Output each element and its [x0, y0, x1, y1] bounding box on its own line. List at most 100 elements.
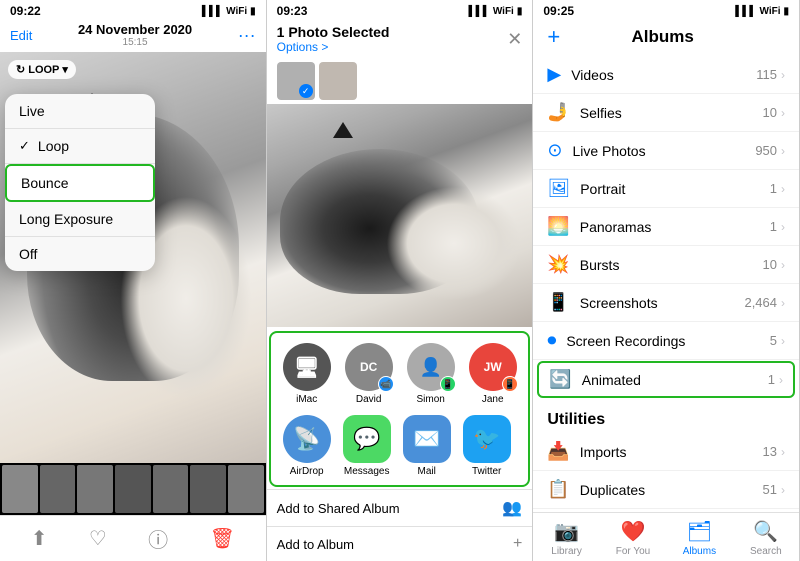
app-airdrop[interactable]: 📡 AirDrop — [281, 415, 333, 477]
nav-library[interactable]: 📷 Library — [533, 519, 599, 557]
bursts-label: Bursts — [580, 257, 763, 273]
add-album-button[interactable]: + — [547, 24, 560, 50]
thumb-1[interactable] — [2, 465, 38, 513]
search-label: Search — [750, 546, 782, 557]
imports-count: 13 — [763, 444, 777, 459]
portrait-label: Portrait — [580, 181, 770, 197]
simon-avatar: 👤 📱 — [407, 343, 455, 391]
imports-icon: 📥 — [547, 441, 569, 462]
imports-chevron-icon: › — [781, 445, 785, 459]
videos-label: Videos — [571, 67, 756, 83]
menu-item-off[interactable]: Off — [5, 237, 155, 271]
albums-title: Albums — [560, 27, 765, 47]
for-you-label: For You — [616, 546, 650, 557]
messages-icon: 💬 — [343, 415, 391, 463]
p2-small-thumb-1[interactable]: ✓ — [277, 62, 315, 100]
nav-search[interactable]: 🔍 Search — [733, 519, 799, 557]
panel-3: 09:25 ▌▌▌ WiFi ▮ + Albums ▶ Videos 115 ›… — [533, 0, 800, 561]
app-messages[interactable]: 💬 Messages — [341, 415, 393, 477]
nav-albums[interactable]: 🗂 Albums — [666, 519, 732, 557]
more-button[interactable]: ··· — [238, 25, 256, 46]
cat-photo-2 — [267, 104, 533, 327]
album-selfies[interactable]: 🤳 Selfies 10 › — [533, 94, 799, 132]
share-button[interactable]: ⬆ — [31, 526, 48, 551]
live-photos-label: Live Photos — [572, 143, 755, 159]
portrait-count: 1 — [770, 181, 777, 196]
thumb-4[interactable] — [115, 465, 151, 513]
loop-dropdown-menu: Live Loop Bounce Long Exposure Off — [5, 94, 155, 271]
imports-label: Imports — [580, 444, 763, 460]
nav-for-you[interactable]: ❤️ For You — [600, 519, 666, 557]
menu-item-live[interactable]: Live — [5, 94, 155, 129]
library-icon: 📷 — [554, 519, 579, 544]
signal-icon-3: ▌▌▌ — [735, 6, 756, 17]
menu-item-long-exposure[interactable]: Long Exposure — [5, 202, 155, 237]
wifi-icon-3: WiFi — [759, 6, 780, 17]
live-photos-icon: ⊙ — [547, 140, 562, 161]
portrait-icon: 🖼 — [547, 178, 570, 199]
thumb-6[interactable] — [190, 465, 226, 513]
jane-label: Jane — [482, 394, 504, 405]
app-mail[interactable]: ✉️ Mail — [401, 415, 453, 477]
duplicates-count: 51 — [763, 482, 777, 497]
p2-options-button[interactable]: Options > — [277, 40, 329, 54]
off-label: Off — [19, 246, 37, 262]
loop-icon: ↻ — [16, 63, 25, 76]
add-to-shared-album[interactable]: Add to Shared Album 👥 — [267, 489, 533, 526]
album-portrait[interactable]: 🖼 Portrait 1 › — [533, 170, 799, 208]
thumb-5[interactable] — [153, 465, 189, 513]
cat-ear-2 — [333, 122, 353, 138]
album-screenshots[interactable]: 📱 Screenshots 2,464 › — [533, 284, 799, 322]
menu-item-bounce[interactable]: Bounce — [5, 164, 155, 202]
contact-imac[interactable]: 🖥 iMac — [281, 343, 333, 405]
simon-initials: 👤 — [419, 357, 441, 378]
thumb-2[interactable] — [40, 465, 76, 513]
header-time: 15:15 — [78, 37, 192, 48]
contact-jane[interactable]: JW 📱 Jane — [467, 343, 519, 405]
simon-label: Simon — [416, 394, 444, 405]
album-bursts[interactable]: 💥 Bursts 10 › — [533, 246, 799, 284]
selfies-icon: 🤳 — [547, 102, 569, 123]
album-screen-recordings[interactable]: ⏺ Screen Recordings 5 › — [533, 322, 799, 360]
app-twitter[interactable]: 🐦 Twitter — [461, 415, 513, 477]
twitter-icon: 🐦 — [463, 415, 511, 463]
live-photos-count: 950 — [755, 143, 777, 158]
contact-david[interactable]: DC 📹 David — [343, 343, 395, 405]
edit-button[interactable]: Edit — [10, 28, 32, 43]
album-videos[interactable]: ▶ Videos 115 › — [533, 56, 799, 94]
animated-icon: 🔄 — [549, 369, 571, 390]
albums-list: ▶ Videos 115 › 🤳 Selfies 10 › ⊙ Live Pho… — [533, 56, 799, 512]
utilities-section-header: Utilities — [533, 399, 799, 433]
album-animated[interactable]: 🔄 Animated 1 › — [537, 361, 795, 398]
album-live-photos[interactable]: ⊙ Live Photos 950 › — [533, 132, 799, 170]
p2-small-thumb-2[interactable] — [319, 62, 357, 100]
selfies-chevron-icon: › — [781, 106, 785, 120]
loop-chevron-icon: ▾ — [62, 63, 68, 76]
simon-badge: 📱 — [440, 376, 456, 392]
p2-title: 1 Photo Selected — [277, 24, 390, 40]
bursts-count: 10 — [763, 257, 777, 272]
battery-icon-1: ▮ — [250, 6, 256, 17]
p2-close-button[interactable]: ✕ — [507, 29, 522, 50]
contact-simon[interactable]: 👤 📱 Simon — [405, 343, 457, 405]
menu-item-loop[interactable]: Loop — [5, 129, 155, 164]
trash-button[interactable]: 🗑 — [210, 526, 235, 551]
signal-icon-2: ▌▌▌ — [469, 6, 490, 17]
album-panoramas[interactable]: 🌅 Panoramas 1 › — [533, 208, 799, 246]
album-duplicates[interactable]: 📋 Duplicates 51 › — [533, 471, 799, 509]
loop-header[interactable]: ↻ LOOP ▾ — [8, 60, 76, 79]
thumb-7[interactable] — [228, 465, 264, 513]
heart-button[interactable]: ♡ — [89, 526, 107, 551]
imac-label: iMac — [296, 394, 317, 405]
thumb-3[interactable] — [77, 465, 113, 513]
bursts-chevron-icon: › — [781, 258, 785, 272]
status-icons-1: ▌▌▌ WiFi ▮ — [202, 6, 256, 17]
info-button[interactable]: ⓘ — [148, 524, 168, 553]
add-to-album[interactable]: Add to Album + — [267, 526, 533, 561]
screenshots-count: 2,464 — [744, 295, 777, 310]
twitter-label: Twitter — [472, 466, 501, 477]
screenshots-icon: 📱 — [547, 292, 569, 313]
imac-avatar: 🖥 — [283, 343, 331, 391]
album-imports[interactable]: 📥 Imports 13 › — [533, 433, 799, 471]
videos-icon: ▶ — [547, 64, 561, 85]
